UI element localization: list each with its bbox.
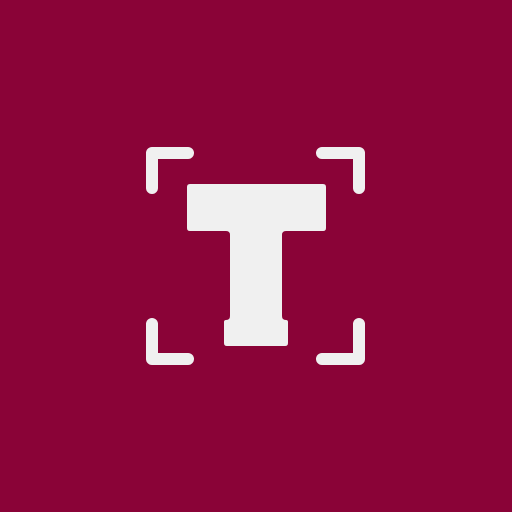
text-recognition-icon <box>146 147 365 365</box>
letter-t-icon <box>187 184 326 346</box>
bottom-left-corner-bracket <box>146 318 194 365</box>
bottom-right-corner-bracket <box>316 318 365 365</box>
top-right-corner-bracket <box>316 147 365 194</box>
top-left-corner-bracket <box>146 147 194 194</box>
app-icon <box>0 0 512 512</box>
